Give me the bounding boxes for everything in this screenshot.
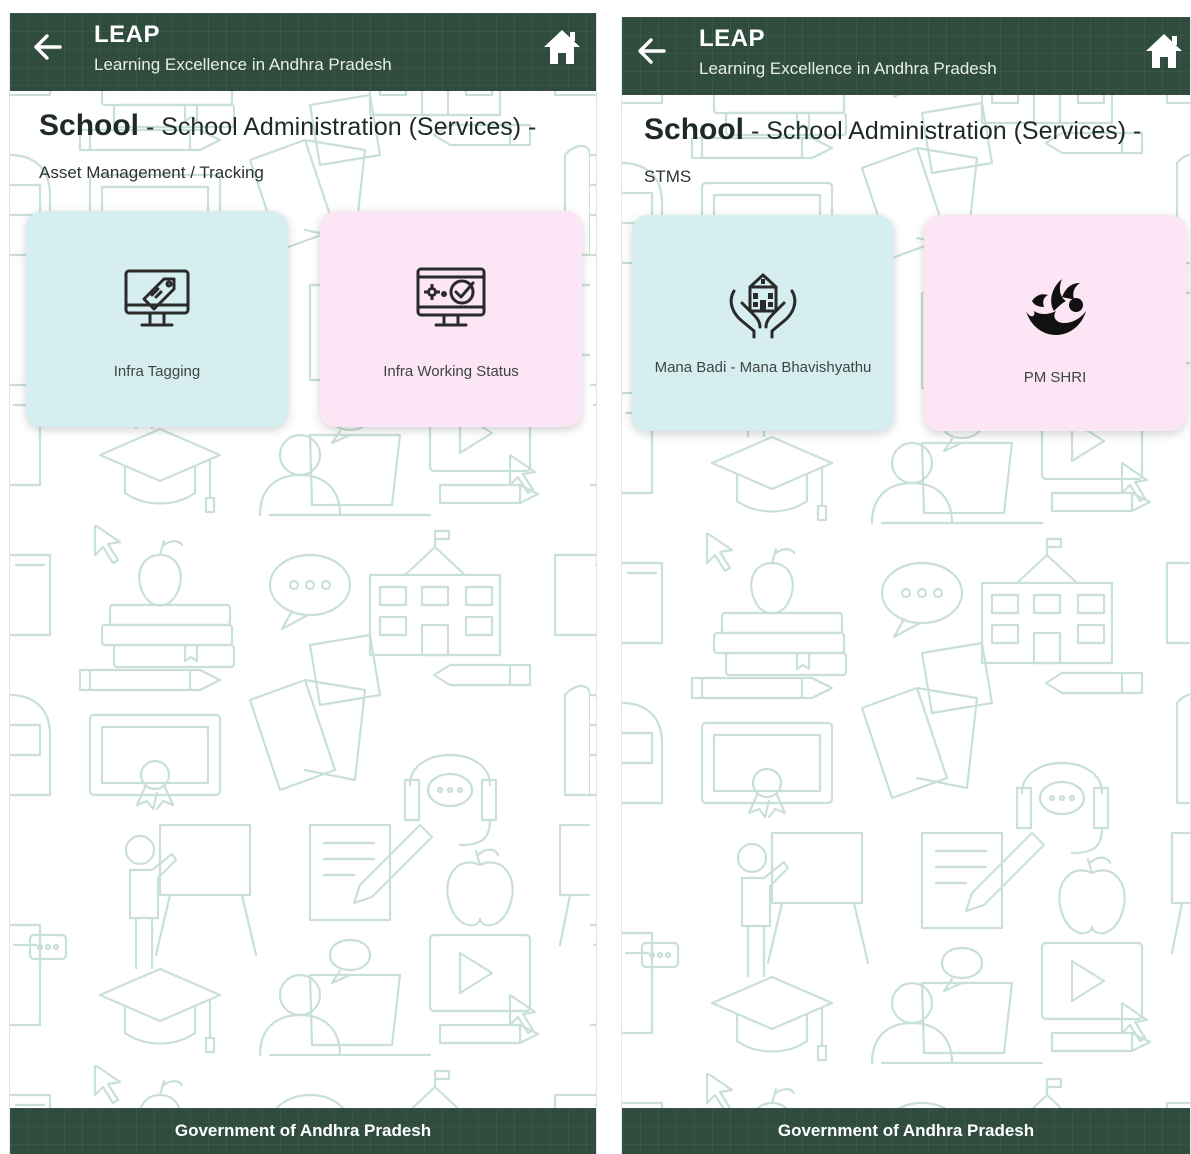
tile-label: Infra Tagging — [113, 363, 201, 380]
app-header: LEAP Learning Excellence in Andhra Prade… — [622, 17, 1190, 95]
breadcrumb-main: School — [644, 113, 745, 146]
app-title: LEAP — [94, 21, 161, 48]
arrow-left-icon[interactable] — [634, 33, 670, 69]
background-pattern — [10, 13, 596, 1126]
tile-label: Infra Working Status — [383, 363, 519, 380]
home-icon[interactable] — [542, 27, 582, 67]
school-hands-icon — [729, 273, 797, 339]
breadcrumb-rest: - School Administration (Services) - — [744, 117, 1142, 145]
pm-shri-logo-icon — [1026, 279, 1086, 335]
home-icon[interactable] — [1144, 31, 1184, 71]
breadcrumb-sub: STMS — [644, 167, 692, 186]
breadcrumb-main: School — [39, 109, 140, 142]
tile-infra-working-status[interactable]: Infra Working Status — [320, 211, 582, 427]
footer: Government of Andhra Pradesh — [622, 1108, 1190, 1154]
breadcrumb: School - School Administration (Services… — [644, 113, 1141, 147]
app-title: LEAP — [699, 25, 766, 52]
app-subtitle: Learning Excellence in Andhra Pradesh — [699, 59, 997, 78]
monitor-tag-icon — [124, 269, 190, 327]
tile-label: Mana Badi - Mana Bhavishyathu — [654, 359, 872, 376]
breadcrumb-rest: - School Administration (Services) - — [139, 113, 537, 141]
tile-mana-badi[interactable]: Mana Badi - Mana Bhavishyathu — [632, 215, 894, 431]
monitor-check-icon — [416, 267, 486, 327]
screen-stms: LEAP Learning Excellence in Andhra Prade… — [621, 17, 1191, 1154]
breadcrumb-sub: Asset Management / Tracking — [39, 163, 264, 182]
tile-infra-tagging[interactable]: Infra Tagging — [26, 211, 288, 427]
app-subtitle: Learning Excellence in Andhra Pradesh — [94, 55, 392, 74]
background-pattern — [622, 17, 1190, 1130]
tile-pm-shri[interactable]: PM SHRI — [924, 215, 1186, 431]
app-header: LEAP Learning Excellence in Andhra Prade… — [10, 13, 596, 91]
screen-asset-management: LEAP Learning Excellence in Andhra Prade… — [9, 13, 597, 1154]
breadcrumb: School - School Administration (Services… — [39, 109, 536, 143]
tile-label: PM SHRI — [1023, 369, 1087, 386]
arrow-left-icon[interactable] — [30, 29, 66, 65]
footer: Government of Andhra Pradesh — [10, 1108, 596, 1154]
